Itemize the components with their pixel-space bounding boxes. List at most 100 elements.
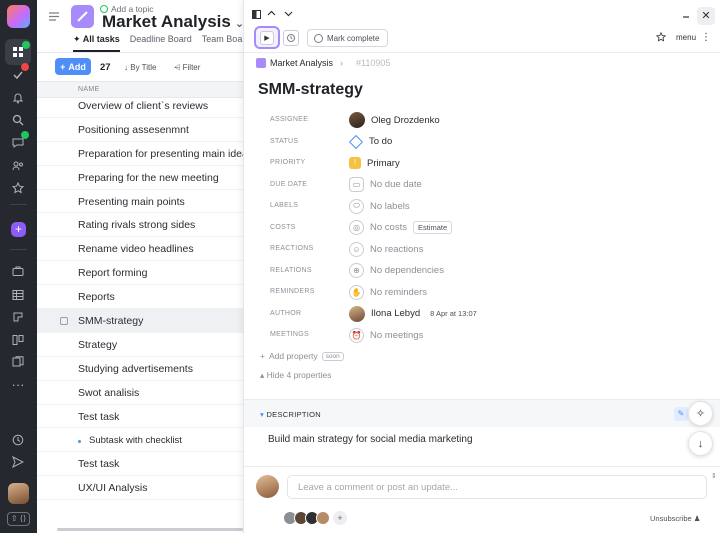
property-value[interactable]: ⏰ No meetings — [349, 327, 423, 343]
divider — [244, 52, 720, 53]
task-row[interactable]: Overview of client`s reviews — [37, 94, 243, 118]
scroll-down-button[interactable]: ↓ — [688, 431, 713, 456]
kebab-menu-icon[interactable]: ⋮ — [701, 32, 711, 43]
task-row[interactable]: Report forming — [37, 261, 243, 286]
tab-deadline-board[interactable]: Deadline Board — [130, 34, 192, 52]
property-value[interactable]: ⊕ No dependencies — [349, 263, 444, 279]
add-property-button[interactable]: + Add property soon — [260, 351, 344, 361]
chevron-down-icon[interactable]: ⌄ — [235, 17, 243, 30]
calendar-icon: ▭ — [349, 177, 364, 192]
task-title: Test task — [78, 458, 120, 471]
task-list-panel: Add a topic Market Analysis ⌄ ✦ All tasks… — [37, 0, 243, 533]
timer-icon[interactable] — [283, 30, 299, 46]
tab-team-board[interactable]: Team Board — [202, 34, 243, 52]
tag-icon: ⬭ — [349, 198, 364, 214]
clock-icon[interactable] — [8, 430, 28, 450]
property-value[interactable]: Oleg Drozdenko — [349, 112, 440, 128]
task-row[interactable]: Preparing for the new meeting — [37, 166, 243, 190]
task-row[interactable]: Test task — [37, 452, 243, 477]
row-checkbox[interactable] — [60, 317, 68, 326]
chevron-up-icon[interactable] — [267, 9, 276, 18]
breadcrumb-separator: › — [340, 58, 344, 68]
search-icon[interactable] — [8, 110, 28, 130]
comment-input[interactable]: Leave a comment or post an update... — [287, 475, 707, 499]
task-row[interactable]: Rename video headlines — [37, 237, 243, 262]
start-timer-button[interactable]: ▶ — [254, 26, 280, 49]
smile-icon: ☺ — [349, 241, 364, 257]
property-value[interactable]: ▭ No due date — [349, 177, 422, 193]
filter-button[interactable]: ⩤ Filter — [174, 63, 200, 73]
property-label: STATUS — [270, 137, 299, 145]
description-header[interactable]: DESCRIPTION ✎ — [244, 399, 720, 427]
task-row[interactable]: Swot analisis — [37, 381, 243, 405]
more-icon[interactable]: ··· — [8, 375, 28, 395]
subtask-row[interactable]: Subtask with checklist — [37, 428, 243, 453]
task-row[interactable]: SMM-strategy — [37, 309, 243, 333]
property-value[interactable]: To do — [348, 134, 393, 150]
horizontal-scrollbar[interactable] — [57, 528, 243, 531]
task-row[interactable]: UX/UI Analysis — [37, 476, 243, 501]
estimate-button[interactable]: Estimate — [412, 221, 453, 234]
people-icon[interactable] — [8, 156, 28, 176]
kanban-icon[interactable] — [8, 330, 28, 350]
mark-complete-button[interactable]: Mark complete — [307, 29, 389, 47]
star-icon[interactable] — [8, 178, 28, 198]
chevron-down-icon[interactable] — [284, 9, 293, 18]
panel-toggle-icon[interactable] — [252, 10, 261, 19]
minimize-icon[interactable] — [680, 9, 692, 21]
task-rows: Overview of client`s reviews Positioning … — [37, 94, 243, 501]
task-row[interactable]: Positioning assesenmnt — [37, 118, 243, 142]
task-id[interactable]: #110905 — [356, 58, 390, 68]
close-icon[interactable]: ✕ — [697, 7, 715, 25]
breadcrumb-project[interactable]: Market Analysis — [270, 58, 333, 68]
task-row[interactable]: Strategy — [37, 333, 243, 357]
property-label: MEETINGS — [270, 331, 309, 338]
tab-all-tasks[interactable]: ✦ All tasks — [73, 34, 120, 52]
hide-properties-button[interactable]: ▴ Hide 4 properties — [260, 370, 331, 381]
unsubscribe-button[interactable]: Unsubscribe ♟ — [650, 514, 701, 523]
send-icon[interactable] — [8, 452, 28, 472]
property-value[interactable]: ◎ No costs Estimate — [349, 220, 453, 236]
bell-icon[interactable] — [8, 88, 28, 108]
alarm-icon: ⏰ — [349, 327, 364, 343]
task-row[interactable]: Presenting main points — [37, 190, 243, 214]
app-logo[interactable] — [7, 5, 30, 28]
create-button[interactable]: + — [11, 222, 26, 237]
task-title[interactable]: SMM-strategy — [258, 81, 363, 99]
task-row[interactable]: Reports — [37, 285, 243, 310]
board-icon[interactable] — [8, 307, 28, 327]
add-subscriber-icon[interactable]: + — [333, 511, 347, 525]
task-row[interactable]: Studying advertisements — [37, 357, 243, 381]
tasks-badge — [21, 63, 29, 71]
table-icon[interactable] — [8, 285, 28, 305]
property-value[interactable]: ⬭ No labels — [349, 198, 410, 214]
subscribers[interactable]: + — [283, 511, 347, 525]
property-value[interactable]: ✋ No reminders — [349, 284, 427, 300]
edit-icon[interactable]: ✎ — [674, 407, 688, 421]
property-value-text: To do — [369, 136, 393, 147]
user-avatar[interactable] — [8, 483, 29, 504]
favorite-star-icon[interactable] — [656, 32, 666, 42]
property-value[interactable]: Ilona Lebyd 8 Apr at 13:07 — [349, 305, 477, 322]
task-row[interactable]: Preparation for presenting main ideas — [37, 142, 243, 166]
keyboard-shortcut-icon[interactable]: ⇧ ⟨⟩ — [7, 512, 30, 526]
ai-sparkle-button[interactable]: ✧ — [688, 401, 713, 426]
property-value-text: No reactions — [370, 243, 424, 255]
property-label: COSTS — [270, 223, 296, 231]
property-value[interactable]: ! Primary — [349, 155, 400, 171]
task-row[interactable]: Test task — [37, 405, 243, 429]
description-text[interactable]: Build main strategy for social media mar… — [268, 434, 473, 445]
property-value-text: No labels — [370, 200, 410, 212]
property-value[interactable]: ☺ No reactions — [349, 241, 423, 257]
briefcase-icon[interactable] — [8, 261, 28, 281]
files-icon[interactable] — [8, 352, 28, 372]
add-task-button[interactable]: + Add — [55, 58, 91, 75]
task-row[interactable]: Rating rivals strong sides — [37, 213, 243, 238]
project-title[interactable]: Market Analysis ⌄ — [102, 12, 243, 32]
hamburger-icon[interactable] — [49, 12, 59, 21]
menu-button[interactable]: menu — [676, 33, 696, 42]
sort-button[interactable]: ↓ By Title — [124, 63, 156, 72]
resize-handle-icon[interactable]: ⇕ — [711, 472, 717, 480]
property-label: REMINDERS — [270, 288, 315, 295]
property-meetings: MEETINGS ⏰ No meetings — [244, 325, 720, 345]
